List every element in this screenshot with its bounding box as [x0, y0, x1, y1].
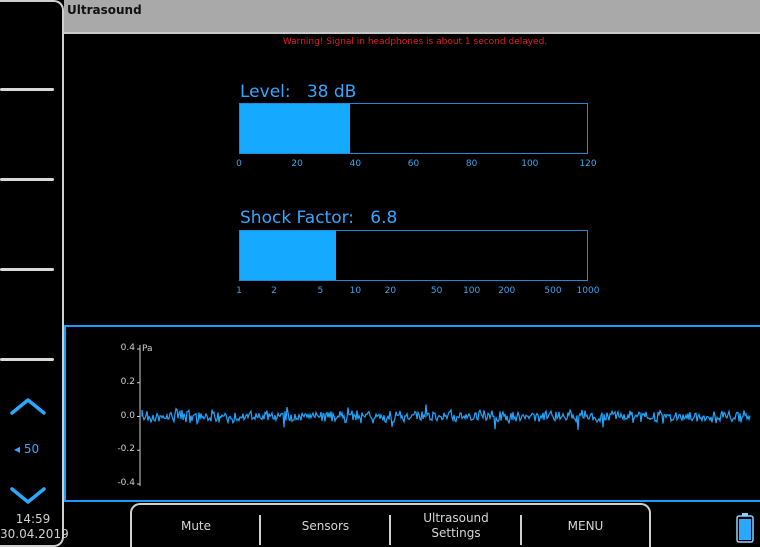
softkey-2[interactable]: [0, 178, 54, 181]
shock-tick-label: 10: [349, 286, 362, 296]
clock-date: 30.04.2019: [0, 527, 69, 541]
menu-button[interactable]: MENU: [522, 505, 649, 547]
shock-tick-label: 500: [544, 286, 562, 296]
softkey-3[interactable]: [0, 268, 54, 271]
level-scale: 0 20 40 60 80 100 120: [236, 159, 596, 175]
waveform-y-tick-label: 0.4: [120, 343, 135, 353]
waveform-unit: Pa: [142, 344, 153, 354]
waveform-y-tick-label: 0.2: [120, 376, 135, 387]
sensors-label: Sensors: [301, 518, 350, 533]
step-value: ◂ 50: [14, 442, 40, 456]
level-tick-label: 120: [579, 159, 597, 169]
shock-label: Shock Factor:: [240, 208, 355, 228]
shock-tick-label: 100: [463, 286, 481, 296]
ultrasound-settings-label-2: Settings: [431, 526, 481, 540]
battery-icon: [736, 513, 754, 543]
level-bar: [239, 103, 588, 154]
level-tick-label: 20: [291, 159, 303, 169]
shock-tick-label: 1: [236, 286, 242, 296]
shock-value: 6.8: [370, 208, 398, 228]
mute-button[interactable]: Mute: [132, 505, 260, 547]
menu-label: MENU: [567, 518, 604, 533]
softkey-menu: Mute Sensors Ultrasound Settings MENU: [130, 503, 651, 547]
shock-tick-label: 50: [430, 286, 443, 296]
shock-bar-fill: [240, 231, 337, 280]
waveform-y-tick-label: 0.0: [120, 410, 135, 421]
level-label: Level:: [240, 82, 291, 102]
sensors-button[interactable]: Sensors: [261, 505, 390, 547]
waveform-panel: 0.4 0.2 0.0 -0.2 -0.4 Pa: [64, 325, 760, 502]
level-tick-label: 60: [407, 159, 420, 169]
softkey-4[interactable]: [0, 358, 54, 361]
waveform-y-tick-label: -0.4: [117, 478, 135, 488]
level-tick-label: 100: [521, 159, 539, 169]
shock-tick-label: 200: [498, 286, 516, 296]
shock-tick-label: 20: [384, 286, 397, 296]
window-title: Ultrasound: [67, 3, 142, 17]
level-tick-label: 40: [349, 159, 362, 169]
softkey-1[interactable]: [0, 88, 54, 91]
shock-tick-label: 1000: [576, 286, 600, 296]
waveform-trace: [141, 404, 751, 431]
mute-label: Mute: [180, 518, 212, 533]
title-bar: Ultrasound: [64, 0, 760, 34]
level-tick-label: 80: [465, 159, 478, 169]
clock: 14:59 30.04.2019: [0, 512, 69, 542]
waveform-plot: [137, 345, 751, 486]
level-tick-label: 0: [236, 159, 242, 169]
level-value: 38 dB: [306, 82, 357, 102]
ultrasound-settings-button[interactable]: Ultrasound Settings: [391, 505, 521, 547]
level-readout: Level: 38 dB: [240, 82, 356, 102]
ultrasound-settings-label-1: Ultrasound: [423, 511, 489, 525]
shock-scale: 1 2 5 10 20 50 100 200 500 1000: [236, 286, 599, 302]
chevron-down-icon[interactable]: [8, 483, 48, 507]
shock-tick-label: 5: [317, 286, 324, 296]
warning-message: Warning! Signal in headphones is about 1…: [282, 37, 548, 47]
shock-bar: [239, 230, 588, 281]
left-softkey-panel: ◂ 50: [0, 0, 64, 547]
chevron-up-icon[interactable]: [8, 395, 48, 419]
level-bar-fill: [240, 104, 350, 153]
shock-tick-label: 2: [271, 286, 277, 296]
shock-readout: Shock Factor: 6.8: [240, 208, 397, 228]
waveform-y-tick-label: -0.2: [117, 444, 135, 455]
clock-time: 14:59: [15, 512, 51, 526]
